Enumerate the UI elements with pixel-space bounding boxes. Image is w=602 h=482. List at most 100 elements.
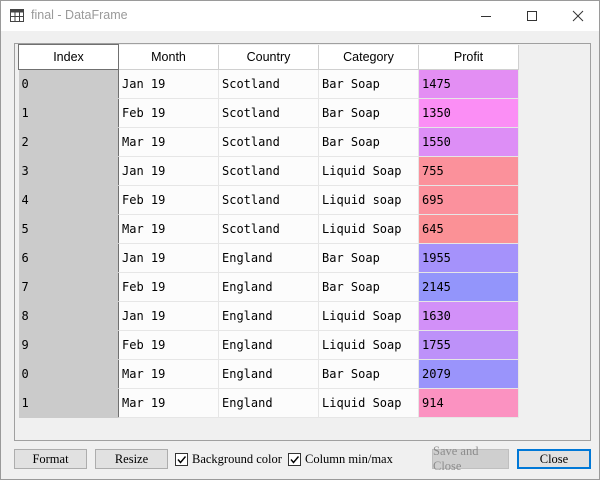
country-cell[interactable]: England bbox=[218, 359, 319, 389]
category-cell[interactable]: Bar Soap bbox=[318, 243, 419, 273]
maximize-icon bbox=[527, 11, 537, 21]
month-cell[interactable]: Jan 19 bbox=[118, 156, 219, 186]
dataframe-table: Index Month Country Category Profit 0 Jan… bbox=[18, 44, 519, 418]
table-row[interactable]: 7 Feb 19 England Bar Soap 2145 bbox=[18, 272, 519, 302]
index-cell[interactable]: 5 bbox=[18, 214, 119, 244]
category-cell[interactable]: Liquid Soap bbox=[318, 330, 419, 360]
table-row[interactable]: 1 Feb 19 Scotland Bar Soap 1350 bbox=[18, 98, 519, 128]
header-row: Index Month Country Category Profit bbox=[18, 44, 519, 70]
checkmark-icon bbox=[177, 455, 187, 464]
profit-cell[interactable]: 1630 bbox=[418, 301, 519, 331]
table-row[interactable]: 1 Mar 19 England Liquid Soap 914 bbox=[18, 388, 519, 418]
table-row[interactable]: 0 Jan 19 Scotland Bar Soap 1475 bbox=[18, 69, 519, 99]
column-minmax-checkbox[interactable]: Column min/max bbox=[288, 451, 393, 467]
minimize-button[interactable] bbox=[463, 1, 509, 31]
month-cell[interactable]: Feb 19 bbox=[118, 98, 219, 128]
table-row[interactable]: 2 Mar 19 Scotland Bar Soap 1550 bbox=[18, 127, 519, 157]
profit-cell[interactable]: 1475 bbox=[418, 69, 519, 99]
table-row[interactable]: 8 Jan 19 England Liquid Soap 1630 bbox=[18, 301, 519, 331]
country-cell[interactable]: England bbox=[218, 330, 319, 360]
index-cell[interactable]: 7 bbox=[18, 272, 119, 302]
save-and-close-button[interactable]: Save and Close bbox=[432, 444, 509, 473]
profit-cell[interactable]: 2079 bbox=[418, 359, 519, 389]
profit-cell[interactable]: 1550 bbox=[418, 127, 519, 157]
profit-cell[interactable]: 1755 bbox=[418, 330, 519, 360]
month-cell[interactable]: Mar 19 bbox=[118, 214, 219, 244]
month-cell[interactable]: Feb 19 bbox=[118, 330, 219, 360]
window-title: final - DataFrame bbox=[31, 8, 128, 22]
index-cell[interactable]: 1 bbox=[18, 388, 119, 418]
country-cell[interactable]: England bbox=[218, 388, 319, 418]
profit-cell[interactable]: 695 bbox=[418, 185, 519, 215]
month-cell[interactable]: Mar 19 bbox=[118, 127, 219, 157]
category-cell[interactable]: Liquid Soap bbox=[318, 301, 419, 331]
month-cell[interactable]: Jan 19 bbox=[118, 301, 219, 331]
close-button[interactable]: Close bbox=[517, 449, 591, 469]
category-cell[interactable]: Bar Soap bbox=[318, 127, 419, 157]
index-cell[interactable]: 9 bbox=[18, 330, 119, 360]
dataframe-grid[interactable]: Index Month Country Category Profit 0 Jan… bbox=[14, 43, 591, 441]
country-cell[interactable]: Scotland bbox=[218, 127, 319, 157]
grid-table-icon bbox=[10, 9, 24, 22]
country-cell[interactable]: England bbox=[218, 243, 319, 273]
index-cell[interactable]: 6 bbox=[18, 243, 119, 273]
country-cell[interactable]: Scotland bbox=[218, 214, 319, 244]
profit-cell[interactable]: 645 bbox=[418, 214, 519, 244]
profit-cell[interactable]: 1350 bbox=[418, 98, 519, 128]
country-cell[interactable]: Scotland bbox=[218, 185, 319, 215]
format-button[interactable]: Format bbox=[14, 449, 87, 469]
month-cell[interactable]: Jan 19 bbox=[118, 243, 219, 273]
button-bar: Format Resize Background color Column mi… bbox=[1, 444, 601, 476]
profit-cell[interactable]: 914 bbox=[418, 388, 519, 418]
category-cell[interactable]: Liquid Soap bbox=[318, 388, 419, 418]
index-cell[interactable]: 0 bbox=[18, 359, 119, 389]
profit-cell[interactable]: 2145 bbox=[418, 272, 519, 302]
country-cell[interactable]: England bbox=[218, 272, 319, 302]
column-header-category[interactable]: Category bbox=[318, 44, 419, 70]
checkmark-icon bbox=[290, 455, 300, 464]
month-cell[interactable]: Mar 19 bbox=[118, 359, 219, 389]
category-cell[interactable]: Bar Soap bbox=[318, 272, 419, 302]
category-cell[interactable]: Bar Soap bbox=[318, 98, 419, 128]
category-cell[interactable]: Liquid Soap bbox=[318, 214, 419, 244]
month-cell[interactable]: Feb 19 bbox=[118, 185, 219, 215]
column-minmax-label: Column min/max bbox=[305, 451, 393, 466]
table-row[interactable]: 9 Feb 19 England Liquid Soap 1755 bbox=[18, 330, 519, 360]
column-header-profit[interactable]: Profit bbox=[418, 44, 519, 70]
column-header-month[interactable]: Month bbox=[118, 44, 219, 70]
category-cell[interactable]: Bar Soap bbox=[318, 359, 419, 389]
maximize-button[interactable] bbox=[509, 1, 555, 31]
country-cell[interactable]: Scotland bbox=[218, 69, 319, 99]
column-header-country[interactable]: Country bbox=[218, 44, 319, 70]
close-window-button[interactable] bbox=[555, 1, 601, 31]
month-cell[interactable]: Feb 19 bbox=[118, 272, 219, 302]
table-row[interactable]: 3 Jan 19 Scotland Liquid Soap 755 bbox=[18, 156, 519, 186]
dataframe-window: final - DataFrame Index Month Country Ca… bbox=[0, 0, 600, 480]
month-cell[interactable]: Jan 19 bbox=[118, 69, 219, 99]
category-cell[interactable]: Liquid Soap bbox=[318, 156, 419, 186]
category-cell[interactable]: Liquid soap bbox=[318, 185, 419, 215]
country-cell[interactable]: Scotland bbox=[218, 156, 319, 186]
country-cell[interactable]: Scotland bbox=[218, 98, 319, 128]
profit-cell[interactable]: 1955 bbox=[418, 243, 519, 273]
checkbox-box[interactable] bbox=[175, 452, 188, 466]
title-bar[interactable]: final - DataFrame bbox=[1, 1, 599, 31]
resize-button[interactable]: Resize bbox=[95, 449, 168, 469]
profit-cell[interactable]: 755 bbox=[418, 156, 519, 186]
country-cell[interactable]: England bbox=[218, 301, 319, 331]
index-cell[interactable]: 1 bbox=[18, 98, 119, 128]
index-cell[interactable]: 3 bbox=[18, 156, 119, 186]
table-row[interactable]: 0 Mar 19 England Bar Soap 2079 bbox=[18, 359, 519, 389]
index-cell[interactable]: 4 bbox=[18, 185, 119, 215]
index-cell[interactable]: 0 bbox=[18, 69, 119, 99]
index-cell[interactable]: 2 bbox=[18, 127, 119, 157]
column-header-index[interactable]: Index bbox=[18, 44, 119, 70]
background-color-checkbox[interactable]: Background color bbox=[175, 451, 282, 467]
table-row[interactable]: 6 Jan 19 England Bar Soap 1955 bbox=[18, 243, 519, 273]
table-row[interactable]: 4 Feb 19 Scotland Liquid soap 695 bbox=[18, 185, 519, 215]
table-row[interactable]: 5 Mar 19 Scotland Liquid Soap 645 bbox=[18, 214, 519, 244]
checkbox-box[interactable] bbox=[288, 452, 301, 466]
category-cell[interactable]: Bar Soap bbox=[318, 69, 419, 99]
index-cell[interactable]: 8 bbox=[18, 301, 119, 331]
month-cell[interactable]: Mar 19 bbox=[118, 388, 219, 418]
